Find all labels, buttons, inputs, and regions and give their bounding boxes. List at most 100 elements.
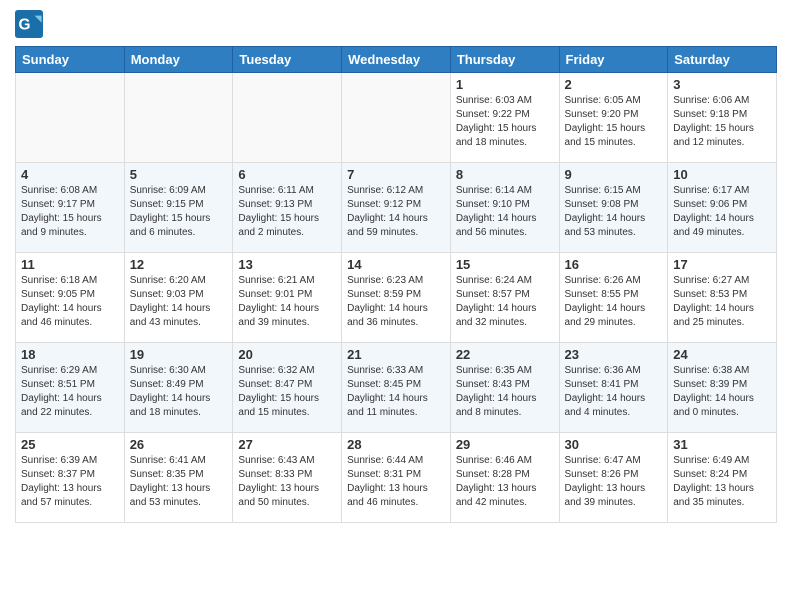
calendar-cell: 20 Sunrise: 6:32 AM Sunset: 8:47 PM Dayli… [233,343,342,433]
calendar-cell: 16 Sunrise: 6:26 AM Sunset: 8:55 PM Dayli… [559,253,668,343]
day-info: Sunrise: 6:06 AM Sunset: 9:18 PM Dayligh… [673,94,771,150]
calendar-week-row: 4 Sunrise: 6:08 AM Sunset: 9:17 PM Daylig… [16,163,777,253]
day-number: 31 [673,437,771,452]
day-number: 12 [130,257,228,272]
day-info: Sunrise: 6:09 AM Sunset: 9:15 PM Dayligh… [130,184,228,240]
day-info: Sunrise: 6:15 AM Sunset: 9:08 PM Dayligh… [565,184,663,240]
day-info: Sunrise: 6:14 AM Sunset: 9:10 PM Dayligh… [456,184,554,240]
day-number: 9 [565,167,663,182]
day-number: 3 [673,77,771,92]
calendar-cell: 1 Sunrise: 6:03 AM Sunset: 9:22 PM Daylig… [450,73,559,163]
day-info: Sunrise: 6:05 AM Sunset: 9:20 PM Dayligh… [565,94,663,150]
calendar-cell: 11 Sunrise: 6:18 AM Sunset: 9:05 PM Dayli… [16,253,125,343]
calendar-week-row: 18 Sunrise: 6:29 AM Sunset: 8:51 PM Dayli… [16,343,777,433]
day-number: 8 [456,167,554,182]
calendar-cell: 18 Sunrise: 6:29 AM Sunset: 8:51 PM Dayli… [16,343,125,433]
day-number: 27 [238,437,336,452]
day-number: 6 [238,167,336,182]
day-info: Sunrise: 6:39 AM Sunset: 8:37 PM Dayligh… [21,454,119,510]
day-info: Sunrise: 6:17 AM Sunset: 9:06 PM Dayligh… [673,184,771,240]
day-info: Sunrise: 6:32 AM Sunset: 8:47 PM Dayligh… [238,364,336,420]
logo-icon: G [15,10,43,38]
day-info: Sunrise: 6:47 AM Sunset: 8:26 PM Dayligh… [565,454,663,510]
calendar-cell: 28 Sunrise: 6:44 AM Sunset: 8:31 PM Dayli… [342,433,451,523]
day-info: Sunrise: 6:46 AM Sunset: 8:28 PM Dayligh… [456,454,554,510]
day-number: 2 [565,77,663,92]
calendar-header-friday: Friday [559,47,668,73]
header: G [15,10,777,38]
calendar-cell: 19 Sunrise: 6:30 AM Sunset: 8:49 PM Dayli… [124,343,233,433]
calendar-cell: 6Sunrise: 6:11 AM Sunset: 9:13 PM Daylig… [233,163,342,253]
calendar-header-wednesday: Wednesday [342,47,451,73]
day-number: 17 [673,257,771,272]
day-info: Sunrise: 6:30 AM Sunset: 8:49 PM Dayligh… [130,364,228,420]
calendar-cell: 8 Sunrise: 6:14 AM Sunset: 9:10 PM Daylig… [450,163,559,253]
day-number: 21 [347,347,445,362]
day-number: 22 [456,347,554,362]
calendar-cell: 3 Sunrise: 6:06 AM Sunset: 9:18 PM Daylig… [668,73,777,163]
calendar-header-sunday: Sunday [16,47,125,73]
day-number: 16 [565,257,663,272]
day-info: Sunrise: 6:36 AM Sunset: 8:41 PM Dayligh… [565,364,663,420]
day-number: 4 [21,167,119,182]
calendar-week-row: 1 Sunrise: 6:03 AM Sunset: 9:22 PM Daylig… [16,73,777,163]
calendar-cell: 7 Sunrise: 6:12 AM Sunset: 9:12 PM Daylig… [342,163,451,253]
calendar-cell: 2 Sunrise: 6:05 AM Sunset: 9:20 PM Daylig… [559,73,668,163]
calendar-cell [233,73,342,163]
day-info: Sunrise: 6:29 AM Sunset: 8:51 PM Dayligh… [21,364,119,420]
calendar: SundayMondayTuesdayWednesdayThursdayFrid… [15,46,777,523]
day-number: 13 [238,257,336,272]
calendar-cell [342,73,451,163]
calendar-cell [16,73,125,163]
day-number: 15 [456,257,554,272]
calendar-cell [124,73,233,163]
calendar-header-row: SundayMondayTuesdayWednesdayThursdayFrid… [16,47,777,73]
day-number: 1 [456,77,554,92]
calendar-cell: 15 Sunrise: 6:24 AM Sunset: 8:57 PM Dayli… [450,253,559,343]
calendar-cell: 9 Sunrise: 6:15 AM Sunset: 9:08 PM Daylig… [559,163,668,253]
day-info: Sunrise: 6:43 AM Sunset: 8:33 PM Dayligh… [238,454,336,510]
day-info: Sunrise: 6:26 AM Sunset: 8:55 PM Dayligh… [565,274,663,330]
calendar-header-thursday: Thursday [450,47,559,73]
day-number: 7 [347,167,445,182]
day-number: 26 [130,437,228,452]
day-number: 14 [347,257,445,272]
day-info: Sunrise: 6:21 AM Sunset: 9:01 PM Dayligh… [238,274,336,330]
day-info: Sunrise: 6:44 AM Sunset: 8:31 PM Dayligh… [347,454,445,510]
day-info: Sunrise: 6:35 AM Sunset: 8:43 PM Dayligh… [456,364,554,420]
day-number: 19 [130,347,228,362]
day-number: 24 [673,347,771,362]
day-info: Sunrise: 6:41 AM Sunset: 8:35 PM Dayligh… [130,454,228,510]
calendar-cell: 21Sunrise: 6:33 AM Sunset: 8:45 PM Dayli… [342,343,451,433]
logo: G [15,10,45,38]
day-number: 28 [347,437,445,452]
calendar-cell: 31Sunrise: 6:49 AM Sunset: 8:24 PM Dayli… [668,433,777,523]
calendar-cell: 4 Sunrise: 6:08 AM Sunset: 9:17 PM Daylig… [16,163,125,253]
calendar-header-monday: Monday [124,47,233,73]
day-number: 18 [21,347,119,362]
page: G SundayMondayTuesdayWednesdayThursdayFr… [0,0,792,538]
day-info: Sunrise: 6:12 AM Sunset: 9:12 PM Dayligh… [347,184,445,240]
day-number: 29 [456,437,554,452]
calendar-cell: 10 Sunrise: 6:17 AM Sunset: 9:06 PM Dayli… [668,163,777,253]
calendar-cell: 29 Sunrise: 6:46 AM Sunset: 8:28 PM Dayli… [450,433,559,523]
day-info: Sunrise: 6:18 AM Sunset: 9:05 PM Dayligh… [21,274,119,330]
calendar-cell: 5Sunrise: 6:09 AM Sunset: 9:15 PM Daylig… [124,163,233,253]
calendar-cell: 14 Sunrise: 6:23 AM Sunset: 8:59 PM Dayli… [342,253,451,343]
day-info: Sunrise: 6:23 AM Sunset: 8:59 PM Dayligh… [347,274,445,330]
day-number: 23 [565,347,663,362]
day-info: Sunrise: 6:24 AM Sunset: 8:57 PM Dayligh… [456,274,554,330]
calendar-header-tuesday: Tuesday [233,47,342,73]
day-info: Sunrise: 6:20 AM Sunset: 9:03 PM Dayligh… [130,274,228,330]
calendar-cell: 13 Sunrise: 6:21 AM Sunset: 9:01 PM Dayli… [233,253,342,343]
day-info: Sunrise: 6:03 AM Sunset: 9:22 PM Dayligh… [456,94,554,150]
day-number: 10 [673,167,771,182]
day-number: 30 [565,437,663,452]
day-number: 11 [21,257,119,272]
day-info: Sunrise: 6:08 AM Sunset: 9:17 PM Dayligh… [21,184,119,240]
calendar-cell: 12 Sunrise: 6:20 AM Sunset: 9:03 PM Dayli… [124,253,233,343]
calendar-cell: 27 Sunrise: 6:43 AM Sunset: 8:33 PM Dayli… [233,433,342,523]
calendar-cell: 23 Sunrise: 6:36 AM Sunset: 8:41 PM Dayli… [559,343,668,433]
day-number: 20 [238,347,336,362]
svg-text:G: G [19,17,31,34]
